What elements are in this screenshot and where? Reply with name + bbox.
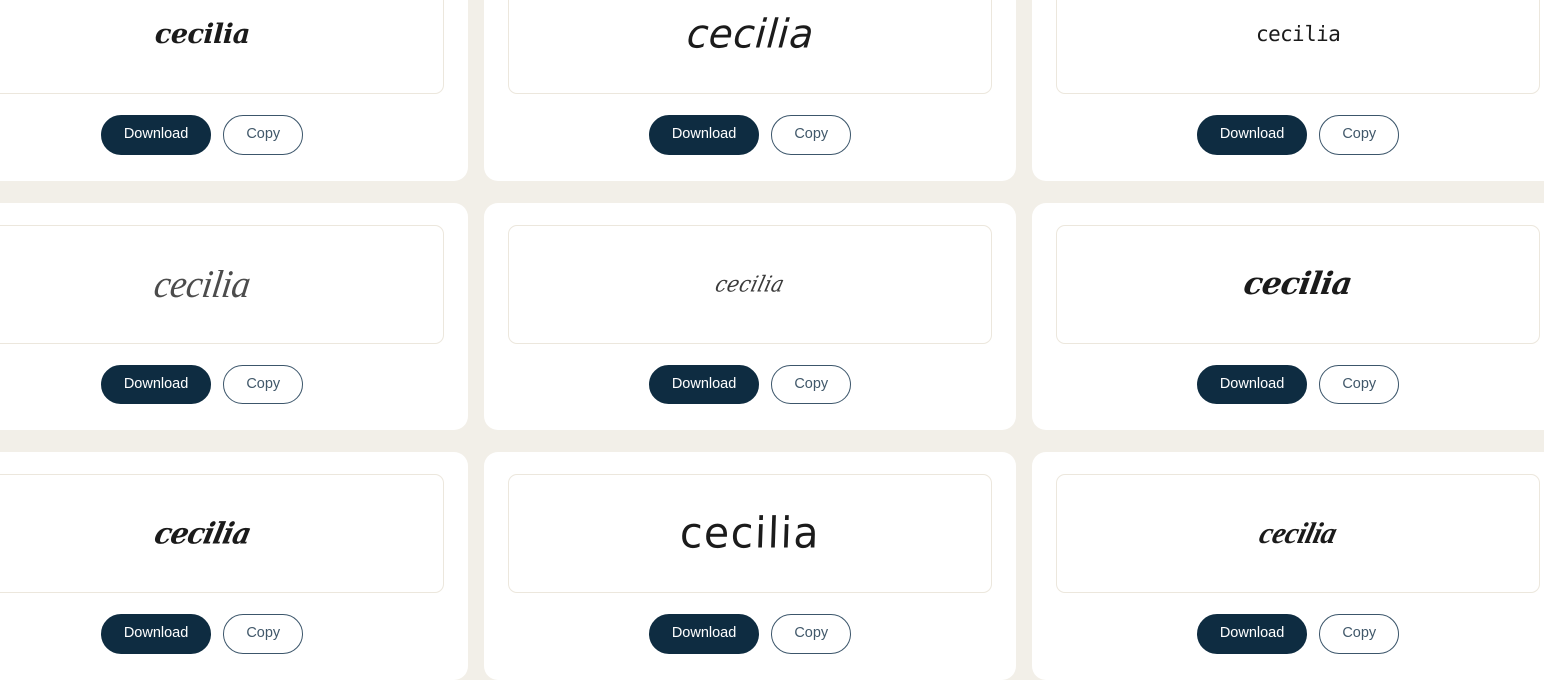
- font-card: cecilia Download Copy: [1032, 0, 1544, 181]
- font-preview-box: cecilia: [1056, 0, 1540, 94]
- copy-button[interactable]: Copy: [771, 614, 852, 654]
- font-preview-text: cecilia: [153, 19, 251, 50]
- copy-button[interactable]: Copy: [1319, 614, 1400, 654]
- card-actions: Download Copy: [648, 115, 852, 155]
- card-actions: Download Copy: [1196, 614, 1400, 654]
- copy-button[interactable]: Copy: [223, 614, 304, 654]
- font-preview-box: cecilia: [0, 224, 444, 344]
- font-card: cecilia Download Copy: [0, 452, 468, 680]
- font-card: cecilia Download Copy: [484, 452, 1016, 680]
- font-card: cecilia Download Copy: [484, 202, 1016, 430]
- font-card: cecilia Download Copy: [484, 0, 1016, 181]
- download-button[interactable]: Download: [1196, 364, 1308, 404]
- copy-button[interactable]: Copy: [771, 364, 852, 404]
- font-preview-box: cecilia: [508, 474, 992, 593]
- font-preview-text: cecilia: [151, 262, 253, 306]
- font-preview-box: cecilia: [0, 474, 444, 593]
- copy-button[interactable]: Copy: [771, 115, 852, 155]
- card-actions: Download Copy: [100, 115, 304, 155]
- font-preview-text: cecilia: [684, 11, 815, 58]
- font-preview-box: cecilia: [1056, 224, 1540, 344]
- font-preview-box: cecilia: [508, 0, 992, 94]
- download-button[interactable]: Download: [648, 364, 760, 404]
- card-actions: Download Copy: [648, 614, 852, 654]
- card-actions: Download Copy: [1196, 115, 1400, 155]
- font-card: cecilia Download Copy: [0, 0, 468, 181]
- download-button[interactable]: Download: [100, 614, 212, 654]
- font-preview-text: cecilia: [1256, 516, 1340, 550]
- font-preview-text: cecilia: [679, 508, 821, 558]
- download-button[interactable]: Download: [648, 614, 760, 654]
- font-preview-text: cecilia: [1255, 22, 1341, 46]
- font-results-grid: cecilia Download Copy cecilia Download Copy ce…: [0, 0, 1544, 680]
- card-actions: Download Copy: [648, 364, 852, 404]
- card-actions: Download Copy: [1196, 364, 1400, 404]
- font-preview-text: cecilia: [1241, 265, 1355, 302]
- copy-button[interactable]: Copy: [223, 364, 304, 404]
- card-actions: Download Copy: [100, 364, 304, 404]
- download-button[interactable]: Download: [100, 364, 212, 404]
- download-button[interactable]: Download: [648, 115, 760, 155]
- font-card: cecilia Download Copy: [1032, 452, 1544, 680]
- download-button[interactable]: Download: [1196, 115, 1308, 155]
- font-preview-text: cecilia: [150, 515, 254, 551]
- font-preview-box: cecilia: [508, 224, 992, 344]
- font-preview-box: cecilia: [1056, 474, 1540, 593]
- copy-button[interactable]: Copy: [223, 115, 304, 155]
- copy-button[interactable]: Copy: [1319, 364, 1400, 404]
- font-preview-box: cecilia: [0, 0, 444, 94]
- download-button[interactable]: Download: [100, 115, 212, 155]
- font-preview-text: cecilia: [712, 270, 788, 298]
- copy-button[interactable]: Copy: [1319, 115, 1400, 155]
- card-actions: Download Copy: [100, 614, 304, 654]
- font-card: cecilia Download Copy: [1032, 202, 1544, 430]
- font-card: cecilia Download Copy: [0, 202, 468, 430]
- download-button[interactable]: Download: [1196, 614, 1308, 654]
